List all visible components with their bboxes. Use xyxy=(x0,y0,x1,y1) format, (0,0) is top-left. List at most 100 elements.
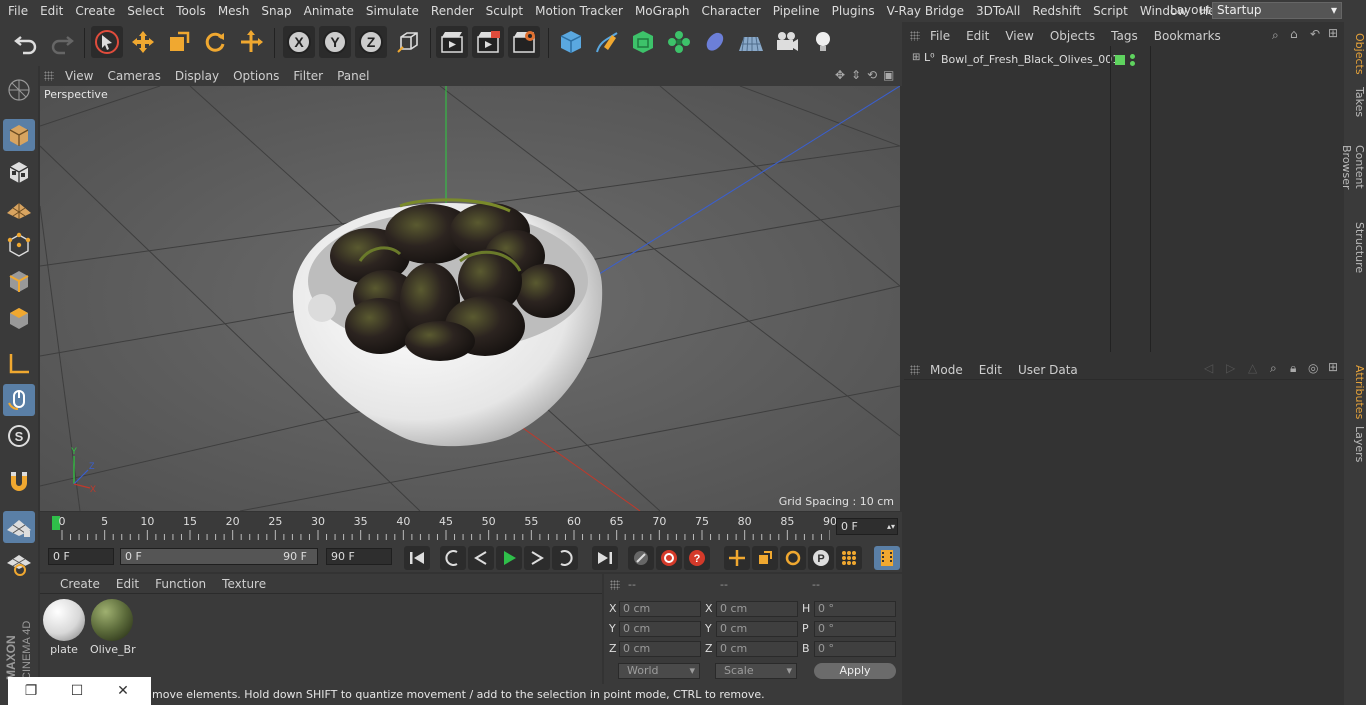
next-frame-button[interactable] xyxy=(524,546,550,570)
points-mode-icon[interactable] xyxy=(3,229,35,261)
menu-mesh[interactable]: Mesh xyxy=(212,4,256,18)
play-button[interactable] xyxy=(496,546,522,570)
rot-p-field[interactable]: 0 ° xyxy=(814,621,896,637)
go-to-end-button[interactable] xyxy=(592,546,618,570)
menu-character[interactable]: Character xyxy=(695,4,766,18)
polygons-mode-icon[interactable] xyxy=(3,302,35,334)
restore-window-icon[interactable]: ❐ xyxy=(8,683,54,699)
viewport-menu-display[interactable]: Display xyxy=(168,69,226,83)
viewport-menu-options[interactable]: Options xyxy=(226,69,286,83)
light-icon[interactable] xyxy=(807,26,839,58)
object-menu-view[interactable]: View xyxy=(997,29,1041,43)
rotate-view-icon[interactable]: ⟲ xyxy=(867,68,877,82)
maximize-view-icon[interactable]: ▣ xyxy=(883,68,894,82)
y-axis-lock-button[interactable]: Y xyxy=(319,26,351,58)
object-tree-row[interactable]: ⊞ L⁰ Bowl_of_Fresh_Black_Olives_001 xyxy=(912,51,1119,68)
forward-arrow-icon[interactable]: ▷ xyxy=(1226,361,1235,375)
workplane-lock-icon[interactable] xyxy=(3,511,35,543)
tab-takes[interactable]: Takes xyxy=(1344,82,1366,122)
size-mode-dropdown[interactable]: Scale ▾ xyxy=(715,663,797,679)
frame-range-slider[interactable]: 0 F 90 F xyxy=(120,548,318,565)
texture-mode-icon[interactable] xyxy=(3,156,35,188)
object-menu-edit[interactable]: Edit xyxy=(958,29,997,43)
z-axis-lock-button[interactable]: Z xyxy=(355,26,387,58)
pan-view-icon[interactable]: ✥ xyxy=(835,68,845,82)
cube-icon[interactable] xyxy=(555,26,587,58)
3d-viewport[interactable]: Y Z X Perspective Grid Spacing : 10 cm xyxy=(40,86,900,511)
axis-mode-icon[interactable] xyxy=(3,348,35,380)
tab-structure[interactable]: Structure xyxy=(1344,220,1366,276)
record-scale-button[interactable] xyxy=(752,546,778,570)
menu-snap[interactable]: Snap xyxy=(255,4,297,18)
close-window-icon[interactable]: ✕ xyxy=(100,683,146,699)
solo-mode-icon[interactable]: S xyxy=(3,420,35,452)
viewport-menu-view[interactable]: View xyxy=(58,69,100,83)
material-menu-create[interactable]: Create xyxy=(52,577,108,591)
panel-grip-icon[interactable] xyxy=(610,580,620,590)
menu-3dtoall[interactable]: 3DToAll xyxy=(970,4,1026,18)
lock-icon[interactable]: 🔒︎ xyxy=(1290,361,1296,376)
layout-select[interactable]: Startup ▾ xyxy=(1212,2,1342,19)
timeline-window-button[interactable] xyxy=(874,546,900,570)
object-menu-objects[interactable]: Objects xyxy=(1042,29,1103,43)
make-editable-icon[interactable] xyxy=(3,74,35,106)
new-panel-icon[interactable]: ⊞ xyxy=(1328,360,1338,374)
material-menu-texture[interactable]: Texture xyxy=(214,577,274,591)
menu-select[interactable]: Select xyxy=(121,4,170,18)
coordinate-system-icon[interactable] xyxy=(392,26,424,58)
x-axis-lock-button[interactable]: X xyxy=(283,26,315,58)
back-arrow-icon[interactable]: ◁ xyxy=(1204,361,1213,375)
menu-vray-bridge[interactable]: V-Ray Bridge xyxy=(881,4,970,18)
back-icon[interactable]: ↶ xyxy=(1310,27,1320,41)
menu-edit[interactable]: Edit xyxy=(34,4,69,18)
material-swatch-plate[interactable]: plate xyxy=(42,598,86,656)
attribute-menu-user-data[interactable]: User Data xyxy=(1010,363,1086,377)
tab-attributes[interactable]: Attributes xyxy=(1344,362,1366,422)
menu-motion-tracker[interactable]: Motion Tracker xyxy=(529,4,629,18)
record-keys-button[interactable] xyxy=(628,546,654,570)
object-menu-bookmarks[interactable]: Bookmarks xyxy=(1146,29,1229,43)
pos-z-field[interactable]: 0 cm xyxy=(619,641,701,657)
home-icon[interactable]: ⌂ xyxy=(1290,27,1298,41)
attribute-menu-mode[interactable]: Mode xyxy=(922,363,971,377)
world-axis-icon[interactable] xyxy=(235,26,267,58)
keyframe-selection-button[interactable]: ? xyxy=(684,546,710,570)
object-menu-tags[interactable]: Tags xyxy=(1103,29,1146,43)
timeline-ruler[interactable]: 0 5 10 15 20 25 30 35 40 45 50 55 60 65 70 75 80 85 90 xyxy=(50,512,837,542)
render-picture-viewer-icon[interactable] xyxy=(472,26,504,58)
zoom-view-icon[interactable]: ⇕ xyxy=(851,68,861,82)
panel-grip-icon[interactable] xyxy=(910,31,920,41)
search-icon[interactable]: ⌕ xyxy=(1270,361,1277,376)
viewport-menu-filter[interactable]: Filter xyxy=(286,69,330,83)
end-frame-field[interactable]: 90 F xyxy=(326,548,392,565)
locked-workplane-icon[interactable] xyxy=(3,548,35,580)
tab-content-browser[interactable]: Content Browser xyxy=(1340,122,1366,212)
render-settings-icon[interactable] xyxy=(508,26,540,58)
size-x-field[interactable]: 0 cm xyxy=(716,601,798,617)
record-pla-button[interactable] xyxy=(836,546,862,570)
visibility-dots-icon[interactable] xyxy=(1130,54,1136,67)
go-to-start-button[interactable] xyxy=(404,546,430,570)
camera-icon[interactable] xyxy=(771,26,803,58)
new-panel-icon[interactable]: ⊞ xyxy=(1328,26,1338,40)
deformer-icon[interactable] xyxy=(699,26,731,58)
mograph-cloner-icon[interactable] xyxy=(663,26,695,58)
record-position-button[interactable] xyxy=(724,546,750,570)
pen-icon[interactable] xyxy=(591,26,623,58)
scale-icon[interactable] xyxy=(163,26,195,58)
snap-magnet-icon[interactable] xyxy=(3,466,35,498)
tweak-mode-icon[interactable] xyxy=(3,384,35,416)
redo-icon[interactable] xyxy=(46,26,78,58)
record-parameter-button[interactable]: P xyxy=(808,546,834,570)
size-z-field[interactable]: 0 cm xyxy=(716,641,798,657)
viewport-menu-panel[interactable]: Panel xyxy=(330,69,376,83)
search-icon[interactable]: ⌕ xyxy=(1272,28,1279,43)
edges-mode-icon[interactable] xyxy=(3,265,35,297)
material-swatch-olive[interactable]: Olive_Br xyxy=(90,598,136,656)
menu-redshift[interactable]: Redshift xyxy=(1026,4,1087,18)
live-selection-icon[interactable] xyxy=(91,26,123,58)
move-icon[interactable] xyxy=(127,26,159,58)
pos-x-field[interactable]: 0 cm xyxy=(619,601,701,617)
rot-b-field[interactable]: 0 ° xyxy=(814,641,896,657)
previous-key-button[interactable] xyxy=(440,546,466,570)
